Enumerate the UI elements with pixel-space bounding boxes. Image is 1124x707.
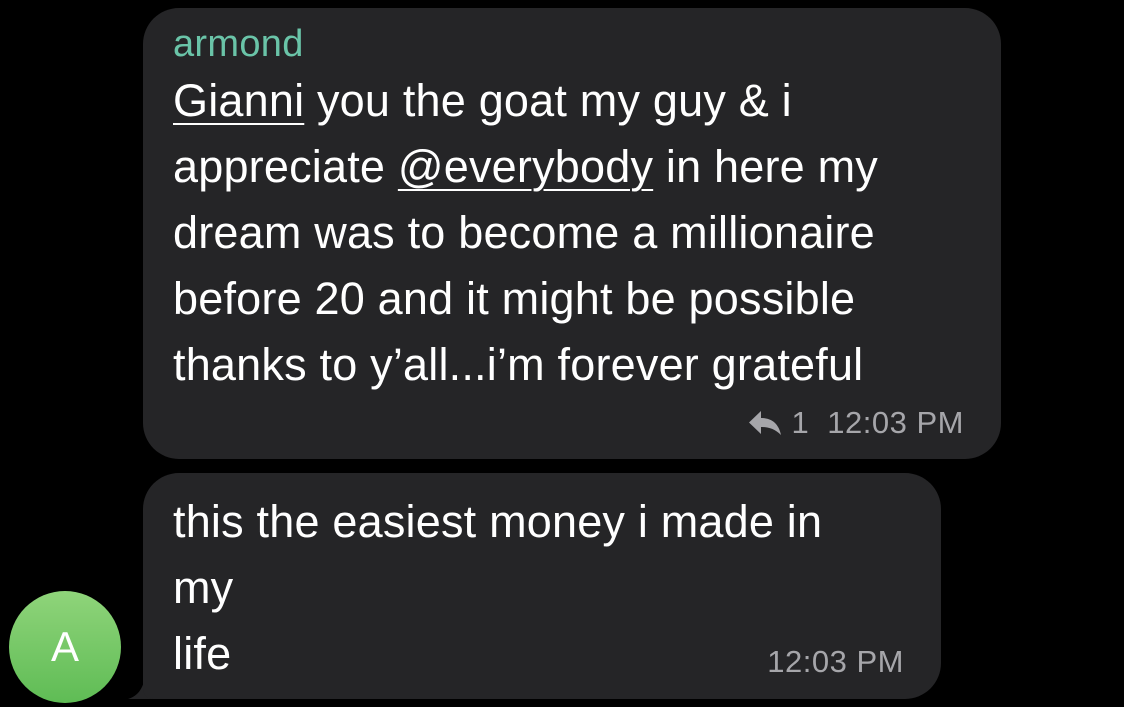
message-line: my — [173, 562, 234, 613]
message-meta: 12:03 PM — [767, 644, 904, 680]
message-text-segment: in here my — [653, 141, 878, 192]
message-text: Gianni you the goat my guy & i appreciat… — [173, 68, 971, 398]
reply-count[interactable]: 1 — [792, 405, 810, 441]
message-line: Gianni you the goat my guy & i — [173, 68, 971, 134]
mention-gianni[interactable]: Gianni — [173, 75, 304, 126]
message-bubble[interactable]: this the easiest money i made in my life… — [143, 473, 941, 699]
mention-everybody[interactable]: @everybody — [398, 141, 653, 192]
message-line: appreciate @everybody in here my — [173, 134, 971, 200]
message-line: dream was to become a millionaire — [173, 207, 875, 258]
message-line: this the easiest money i made in — [173, 496, 823, 547]
reply-arrow-icon[interactable] — [748, 410, 782, 436]
message-bubble[interactable]: armond Gianni you the goat my guy & i ap… — [143, 8, 1001, 459]
message-timestamp: 12:03 PM — [767, 644, 904, 679]
chat-screen: armond Gianni you the goat my guy & i ap… — [0, 0, 1124, 707]
sender-name[interactable]: armond — [173, 24, 971, 64]
avatar[interactable]: A — [9, 591, 121, 703]
message-timestamp: 12:03 PM — [827, 405, 964, 440]
message-line: before 20 and it might be possible — [173, 273, 856, 324]
avatar-initial: A — [50, 623, 79, 670]
message-meta: 1 12:03 PM — [748, 405, 964, 441]
message-text-segment: appreciate — [173, 141, 398, 192]
message-text-segment: you the goat my guy & i — [304, 75, 792, 126]
message-line: thanks to y’all...i’m forever grateful — [173, 339, 864, 390]
